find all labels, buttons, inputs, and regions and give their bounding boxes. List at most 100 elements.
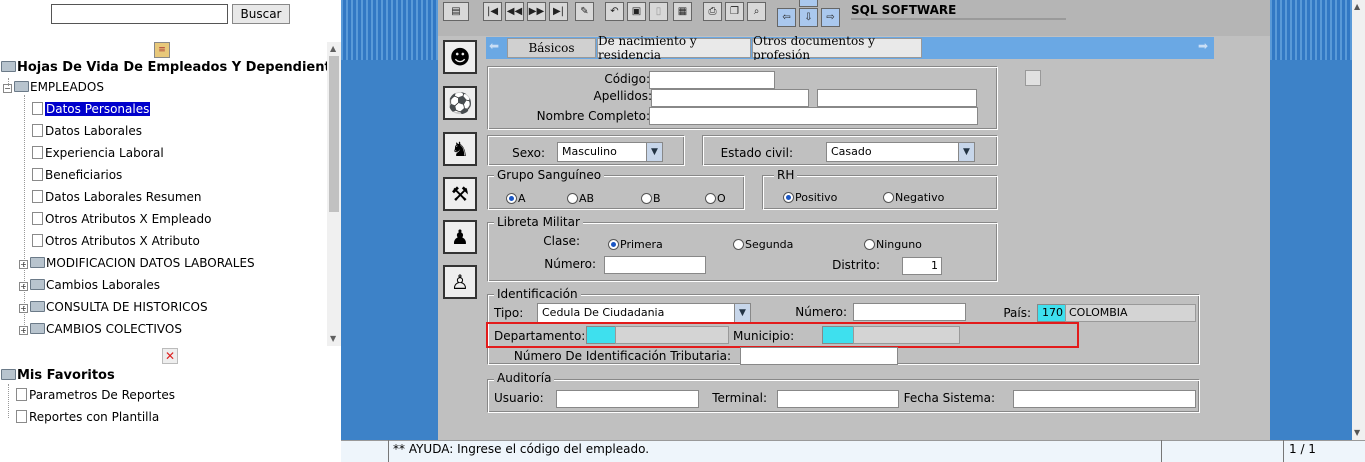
tab-nacimiento[interactable]: De nacimiento y residencia [597,34,751,62]
tree-item-datos-laborales-resumen[interactable]: Datos Laborales Resumen [32,190,202,204]
photo-placeholder-icon[interactable] [1025,70,1041,86]
document-icon [16,388,27,401]
family-icon[interactable]: ♞ [443,132,477,166]
tree-item-datos-laborales[interactable]: Datos Laborales [32,124,142,138]
chevron-down-icon[interactable]: ▼ [646,143,662,161]
collapse-icon[interactable]: − [3,84,12,93]
soccer-ball-icon[interactable]: ⚽ [443,86,477,120]
first-record-icon[interactable]: |◀ [483,2,502,21]
clase-radio-segunda[interactable]: Segunda [733,238,793,251]
nav-left-icon[interactable]: ⇦ [777,8,796,27]
database-icon[interactable]: ▤ [443,2,469,21]
copy-icon[interactable]: ❐ [725,2,744,21]
tree-group-modificacion[interactable]: + MODIFICACION DATOS LABORALES [19,256,255,270]
expand-icon[interactable]: + [19,304,28,313]
search-input[interactable] [51,4,228,24]
grupo-radio-ab[interactable]: AB [567,192,594,205]
tree-item-otros-atributos-empleado[interactable]: Otros Atributos X Empleado [32,212,212,226]
tree-item-beneficiarios[interactable]: Beneficiarios [32,168,122,182]
employee-icon[interactable]: ☻ [443,40,477,74]
chevron-down-icon[interactable]: ▼ [734,304,750,322]
tree-node-empleados[interactable]: − EMPLEADOS [3,80,104,94]
favorite-item[interactable]: Reportes con Plantilla [16,410,159,424]
last-record-icon[interactable]: ▶| [549,2,568,21]
sexo-select[interactable]: Masculino ▼ [557,142,663,162]
favorites-title[interactable]: Mis Favoritos [1,369,115,383]
remove-favorite-icon[interactable]: ✕ [162,348,178,364]
grupo-radio-b[interactable]: B [641,192,661,205]
tree-root[interactable]: Hojas De Vida De Empleados Y Dependiente… [1,61,341,75]
codigo-label: Código: [604,72,650,86]
expand-icon[interactable]: + [19,260,28,269]
undo-icon[interactable]: ↶ [605,2,624,21]
next-record-icon[interactable]: ▶▶ [527,2,546,21]
find-icon[interactable]: ⌕ [747,2,766,21]
group-people-icon[interactable]: ♟ [443,220,477,254]
folder-icon [30,257,45,268]
apellidos-label: Apellidos: [593,89,652,103]
teacher-icon[interactable]: ♙ [443,265,477,299]
scroll-up-icon[interactable]: ▲ [330,44,336,53]
tree-item-experiencia-laboral[interactable]: Experiencia Laboral [32,146,164,160]
tree-group-cambios-colectivos[interactable]: + CAMBIOS COLECTIVOS [19,322,182,336]
tab-basicos[interactable]: Básicos [507,38,596,58]
delete-icon[interactable]: ▯ [649,2,668,21]
document-icon [32,102,43,115]
scroll-down-icon[interactable]: ▼ [330,334,336,343]
scroll-down-icon[interactable]: ▼ [1354,428,1360,437]
libreta-numero-input[interactable] [604,256,706,274]
rh-radio-positivo[interactable]: Positivo [783,191,837,204]
page-scrollbar[interactable]: ▲ ▼ [1352,0,1365,440]
report-icon[interactable]: ▦ [673,2,692,21]
save-icon[interactable]: ▣ [627,2,646,21]
tree-item-otros-atributos-atributo[interactable]: Otros Atributos X Atributo [32,234,200,248]
expand-icon[interactable]: + [19,282,28,291]
tipo-select[interactable]: Cedula De Ciudadania ▼ [537,303,751,323]
ident-numero-input[interactable] [853,303,966,321]
radio-label: O [717,192,726,205]
fecha-input[interactable] [1013,390,1196,408]
codigo-input[interactable] [649,71,775,89]
tree-group-consulta-historicos[interactable]: + CONSULTA DE HISTORICOS [19,300,208,314]
nav-down-icon[interactable]: ⇩ [799,8,818,27]
previous-record-icon[interactable]: ◀◀ [505,2,524,21]
clase-radio-ninguno[interactable]: Ninguno [864,238,922,251]
tree-scrollbar[interactable]: ▲ ▼ [327,42,341,346]
grupo-radio-o[interactable]: O [705,192,726,205]
distrito-input[interactable]: 1 [902,257,942,275]
radio-label: B [653,192,661,205]
rh-legend: RH [774,169,798,182]
edit-icon[interactable]: ✎ [575,2,594,21]
scrollbar-thumb[interactable] [329,56,339,212]
tree-group-label: CONSULTA DE HISTORICOS [46,300,208,314]
grupo-radio-a[interactable]: A [506,192,526,205]
expand-icon[interactable]: + [19,326,28,335]
fecha-label: Fecha Sistema: [903,391,995,405]
search-button[interactable]: Buscar [232,4,290,24]
rh-radio-negativo[interactable]: Negativo [883,191,944,204]
nombre-input[interactable] [649,107,978,125]
segundo-apellido-input[interactable] [817,89,977,107]
usuario-input[interactable] [556,390,699,408]
pais-code-input[interactable]: 170 [1037,304,1066,322]
clase-radio-primera[interactable]: Primera [608,238,663,251]
estado-select[interactable]: Casado ▼ [826,142,975,162]
chevron-down-icon[interactable]: ▼ [958,143,974,161]
nav-right-icon[interactable]: ⇨ [821,8,840,27]
tree-item-label: Otros Atributos X Atributo [45,234,200,248]
primer-apellido-input[interactable] [651,89,809,107]
tree-group-cambios-laborales[interactable]: + Cambios Laborales [19,278,160,292]
pais-name: COLOMBIA [1065,304,1196,322]
print-icon[interactable]: ⎙ [703,2,722,21]
tipo-label: Tipo: [494,306,524,320]
tab-otros-documentos[interactable]: Otros documentos y profesión [752,34,922,62]
scroll-up-icon[interactable]: ▲ [1354,2,1360,11]
tree-item-datos-personales[interactable]: Datos Personales [32,102,151,116]
tools-icon[interactable]: ⚒ [443,177,477,211]
terminal-input[interactable] [777,390,899,408]
tab-scroll-right-icon[interactable]: ➡ [1198,39,1208,53]
favorite-item[interactable]: Parametros De Reportes [16,388,175,402]
nav-up-icon[interactable]: ⇧ [799,0,818,7]
nit-input[interactable] [740,347,898,365]
tab-scroll-left-icon[interactable]: ⬅ [489,39,499,53]
